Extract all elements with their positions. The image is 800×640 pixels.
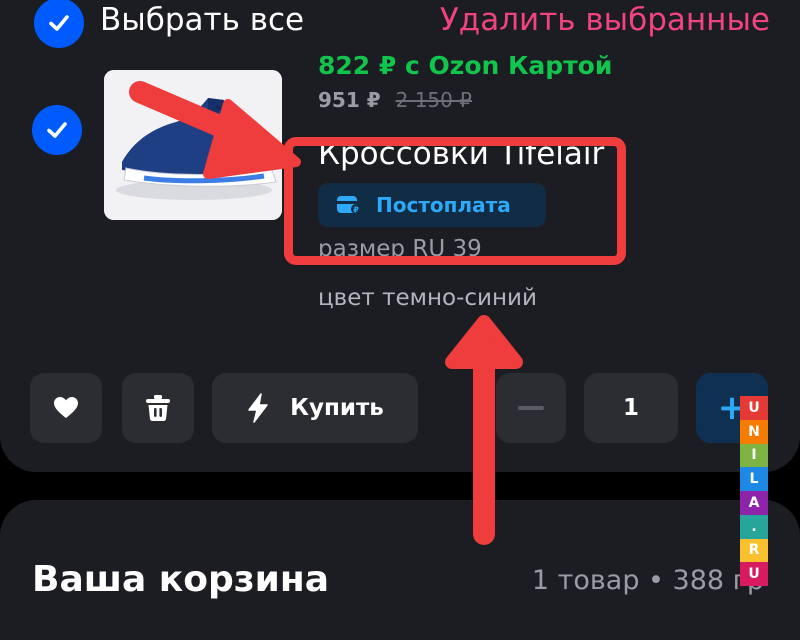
watermark-letter: L <box>740 467 768 491</box>
watermark-letter: U <box>740 396 768 420</box>
watermark-letter: A <box>740 491 768 515</box>
watermark-letter: N <box>740 419 768 444</box>
annotation-arrows <box>129 81 523 545</box>
annotation-arrow-vertical <box>445 315 523 545</box>
watermark-letter: I <box>740 443 768 468</box>
annotation-arrow-diagonal <box>129 81 301 179</box>
watermark-letter: R <box>740 538 768 563</box>
unila-watermark: UNILA.RU <box>740 396 768 586</box>
watermark-letter: . <box>740 514 768 539</box>
watermark-letter: U <box>740 562 768 586</box>
